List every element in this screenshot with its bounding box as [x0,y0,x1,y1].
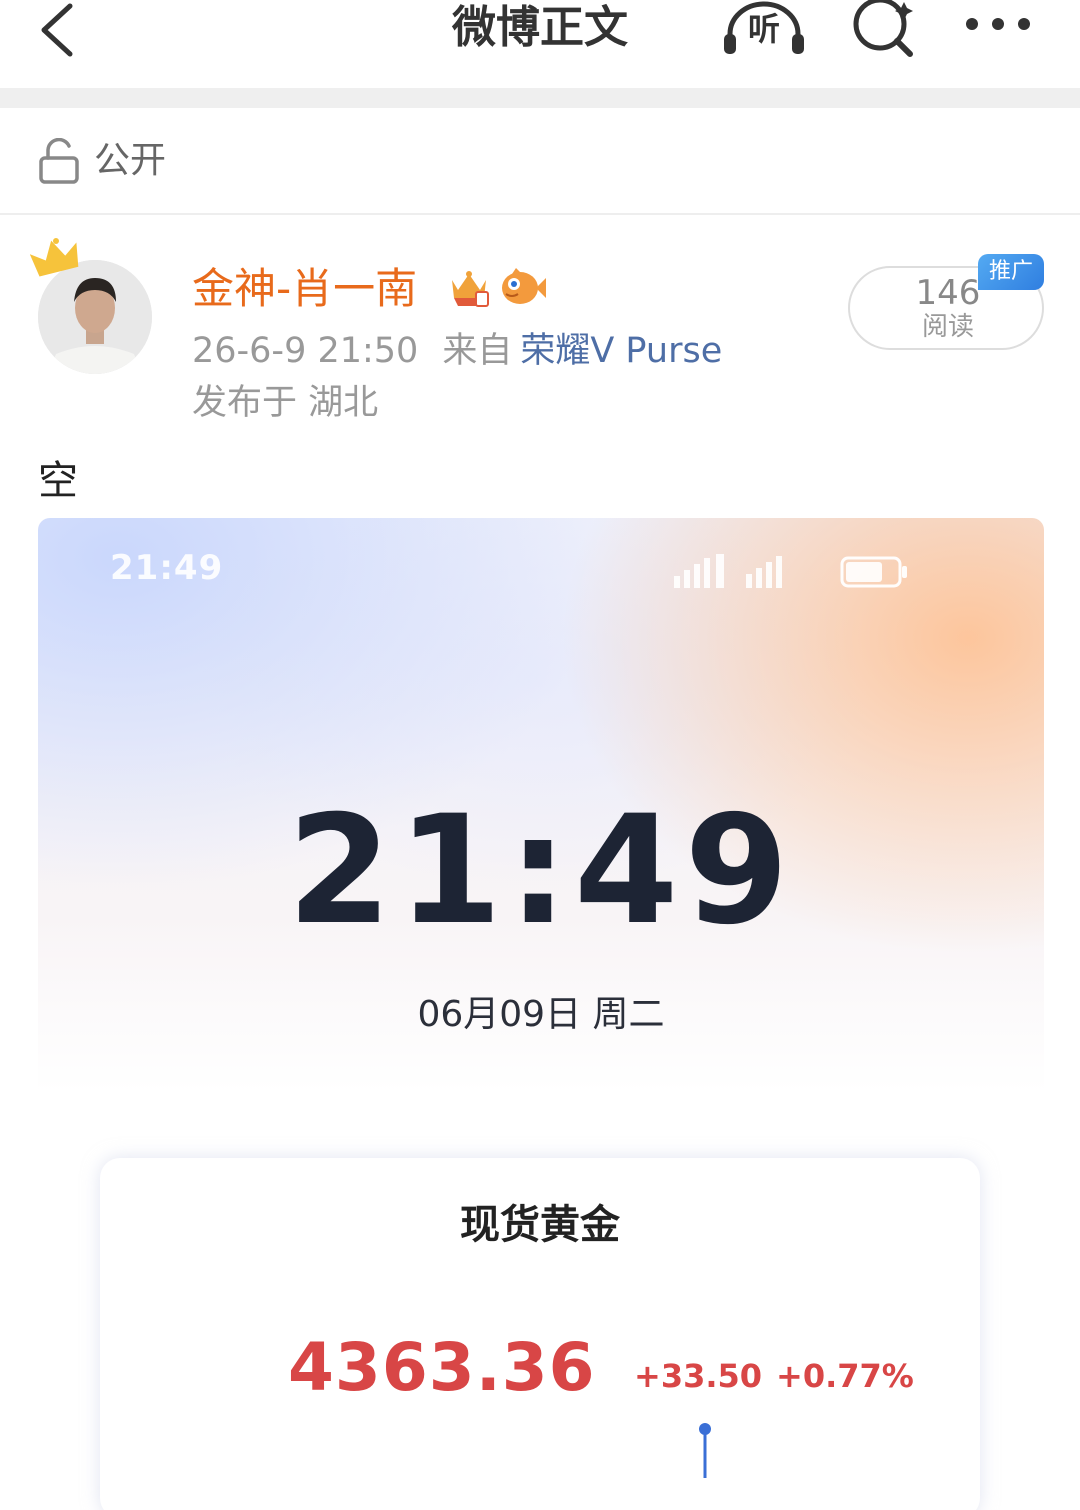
phone-status-time: 21:49 [110,548,224,588]
back-chevron-icon [41,3,73,57]
post-text: 空 [38,458,78,504]
post-timestamp: 26-6-9 21:50 [192,331,419,371]
post-image[interactable]: 21:49 21:49 06月09日 周二 现货黄金 4363.36 +33.5… [38,518,1044,1510]
avatar[interactable] [30,236,160,376]
read-label: 阅读 [921,312,974,342]
top-nav-bar: 微博正文 听 [0,0,1080,90]
unlock-icon [39,138,79,184]
gold-change-value: +33.50 [634,1357,763,1395]
fish-badge-icon[interactable] [498,266,548,308]
search-button[interactable] [846,0,922,60]
gold-change-percent: +0.77% [776,1357,914,1395]
listen-button[interactable]: 听 [716,0,812,60]
post-location: 发布于 湖北 [192,383,379,423]
promote-badge[interactable]: 推广 [978,254,1044,290]
phone-lock-clock: 21:49 [287,784,795,958]
search-icon [853,0,913,57]
visibility-row[interactable]: 公开 [0,108,1080,215]
crown-icon [30,238,79,277]
source-device-link[interactable]: 荣耀V Purse [520,331,722,371]
post-meta: 26-6-9 21:50 来自 荣耀V Purse [192,328,722,374]
listen-label: 听 [747,10,780,48]
gold-price-card: 现货黄金 4363.36 +33.50 +0.77% [100,1158,980,1510]
vip-crown-badge-icon[interactable] [446,266,492,310]
page-title: 微博正文 [452,2,628,53]
signal-battery-icon [674,554,907,588]
chart-marker-icon [699,1423,711,1478]
author-name[interactable]: 金神-肖一南 [192,262,417,316]
phone-lock-date: 06月09日 周二 [417,994,665,1035]
more-dots-icon [966,18,1030,30]
gold-card-title: 现货黄金 [460,1202,620,1248]
visibility-label: 公开 [94,140,167,181]
gold-price: 4363.36 [288,1329,596,1406]
back-button[interactable] [28,2,88,62]
source-prefix: 来自 [442,331,513,371]
section-divider [0,88,1080,108]
gold-change: +33.50 +0.77% [634,1356,914,1396]
more-button[interactable] [960,4,1040,44]
